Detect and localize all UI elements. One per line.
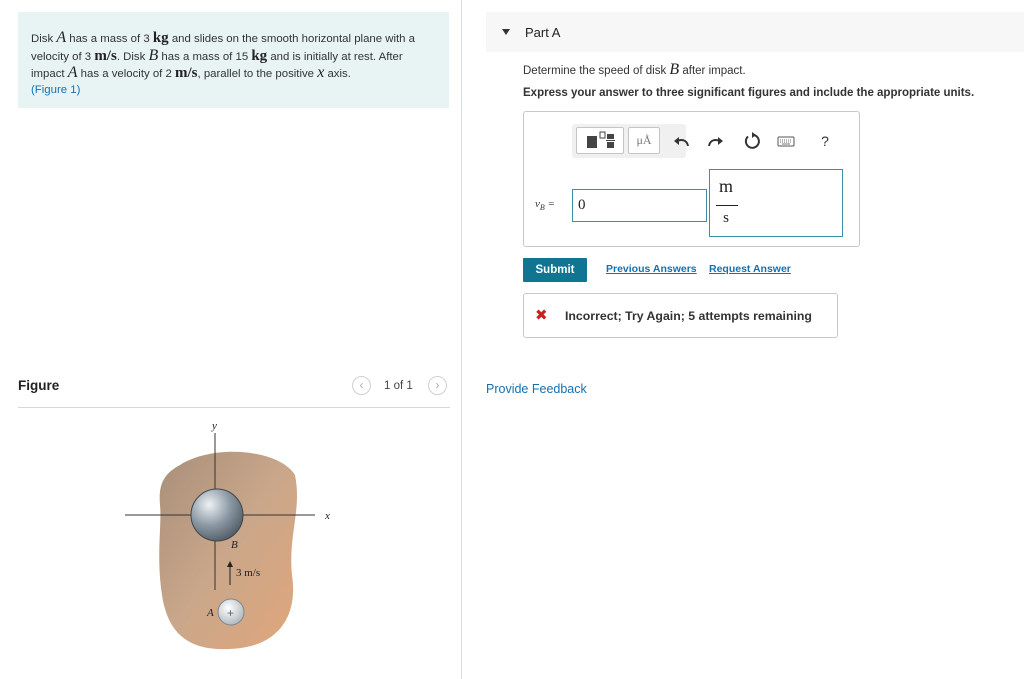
unit-kg: kg xyxy=(251,47,268,64)
units-button[interactable]: μÅ xyxy=(628,127,660,154)
disk-a-plus: + xyxy=(227,606,234,620)
provide-feedback-link[interactable]: Provide Feedback xyxy=(486,382,587,396)
var-a: A xyxy=(67,64,78,81)
x-axis-label: x xyxy=(324,510,330,522)
problem-text: . Disk xyxy=(116,50,149,63)
figure-link[interactable]: (Figure 1) xyxy=(31,84,80,96)
feedback-text: Incorrect; Try Again; 5 attempts remaini… xyxy=(565,309,812,323)
problem-statement: Disk A has a mass of 3 kg and slides on … xyxy=(18,12,449,108)
templates-icon xyxy=(587,131,615,148)
figure-counter: 1 of 1 xyxy=(384,380,413,392)
undo-icon xyxy=(674,137,689,147)
request-answer-link[interactable]: Request Answer xyxy=(709,263,791,275)
unit-denominator: s xyxy=(723,210,729,226)
keyboard-button[interactable] xyxy=(775,130,797,152)
question-text: Determine the speed of disk B after impa… xyxy=(523,61,746,79)
question-suffix: after impact. xyxy=(679,65,746,77)
figure-image: y x B 3 m/s + A xyxy=(125,420,330,650)
figure-header: Figure ‹ 1 of 1 › xyxy=(18,375,450,408)
next-figure-button[interactable]: › xyxy=(428,376,447,395)
disk-a-label: A xyxy=(206,607,214,619)
undo-button[interactable] xyxy=(671,130,693,152)
units-icon: μÅ xyxy=(636,133,652,147)
fraction-bar xyxy=(716,205,738,206)
problem-text: Disk xyxy=(31,33,57,45)
reset-icon xyxy=(744,132,760,149)
var-a: A xyxy=(56,29,67,46)
problem-text: has a mass of 3 xyxy=(66,33,153,45)
question-prefix: Determine the speed of disk xyxy=(523,65,670,77)
unit-ms: m/s xyxy=(175,65,198,81)
keyboard-icon xyxy=(777,136,795,147)
chevron-right-icon: › xyxy=(435,378,440,392)
answer-equals: = xyxy=(544,198,555,210)
toolbar-group: μÅ xyxy=(572,124,686,158)
unit-numerator: m xyxy=(718,176,733,196)
instruction-text: Express your answer to three significant… xyxy=(523,87,975,99)
y-axis-label: y xyxy=(211,420,217,432)
unit-kg: kg xyxy=(152,30,169,46)
units-input[interactable]: m s xyxy=(709,169,843,237)
problem-text: axis. xyxy=(324,68,351,80)
part-header[interactable]: Part A xyxy=(486,12,1024,52)
help-button[interactable]: ? xyxy=(814,130,836,152)
problem-text: has a mass of 15 xyxy=(158,50,252,63)
help-icon: ? xyxy=(821,133,829,149)
redo-icon xyxy=(708,137,723,147)
previous-figure-button[interactable]: ‹ xyxy=(352,376,371,395)
answer-panel: μÅ ? vB = m s xyxy=(523,111,860,247)
column-divider xyxy=(461,0,462,679)
unit-ms: m/s xyxy=(94,47,117,64)
problem-text: , parallel to the positive xyxy=(197,68,318,80)
feedback-message: ✖ Incorrect; Try Again; 5 attempts remai… xyxy=(523,293,838,338)
caret-down-icon xyxy=(502,29,510,35)
incorrect-icon: ✖ xyxy=(535,307,548,324)
previous-answers-link[interactable]: Previous Answers xyxy=(606,263,697,275)
disk-b-label: B xyxy=(231,539,238,551)
var-b: B xyxy=(148,46,159,64)
submit-button[interactable]: Submit xyxy=(523,258,587,282)
part-title: Part A xyxy=(525,25,561,40)
templates-button[interactable] xyxy=(576,127,624,154)
problem-text: has a velocity of 2 xyxy=(77,68,176,80)
chevron-left-icon: ‹ xyxy=(359,378,364,392)
redo-button[interactable] xyxy=(704,130,726,152)
answer-label: vB = xyxy=(535,198,555,212)
velocity-label: 3 m/s xyxy=(236,567,260,579)
question-var: B xyxy=(669,61,680,78)
figure-title: Figure xyxy=(18,378,60,393)
reset-button[interactable] xyxy=(741,130,763,152)
value-input[interactable] xyxy=(572,189,707,222)
disk-b xyxy=(190,488,244,542)
